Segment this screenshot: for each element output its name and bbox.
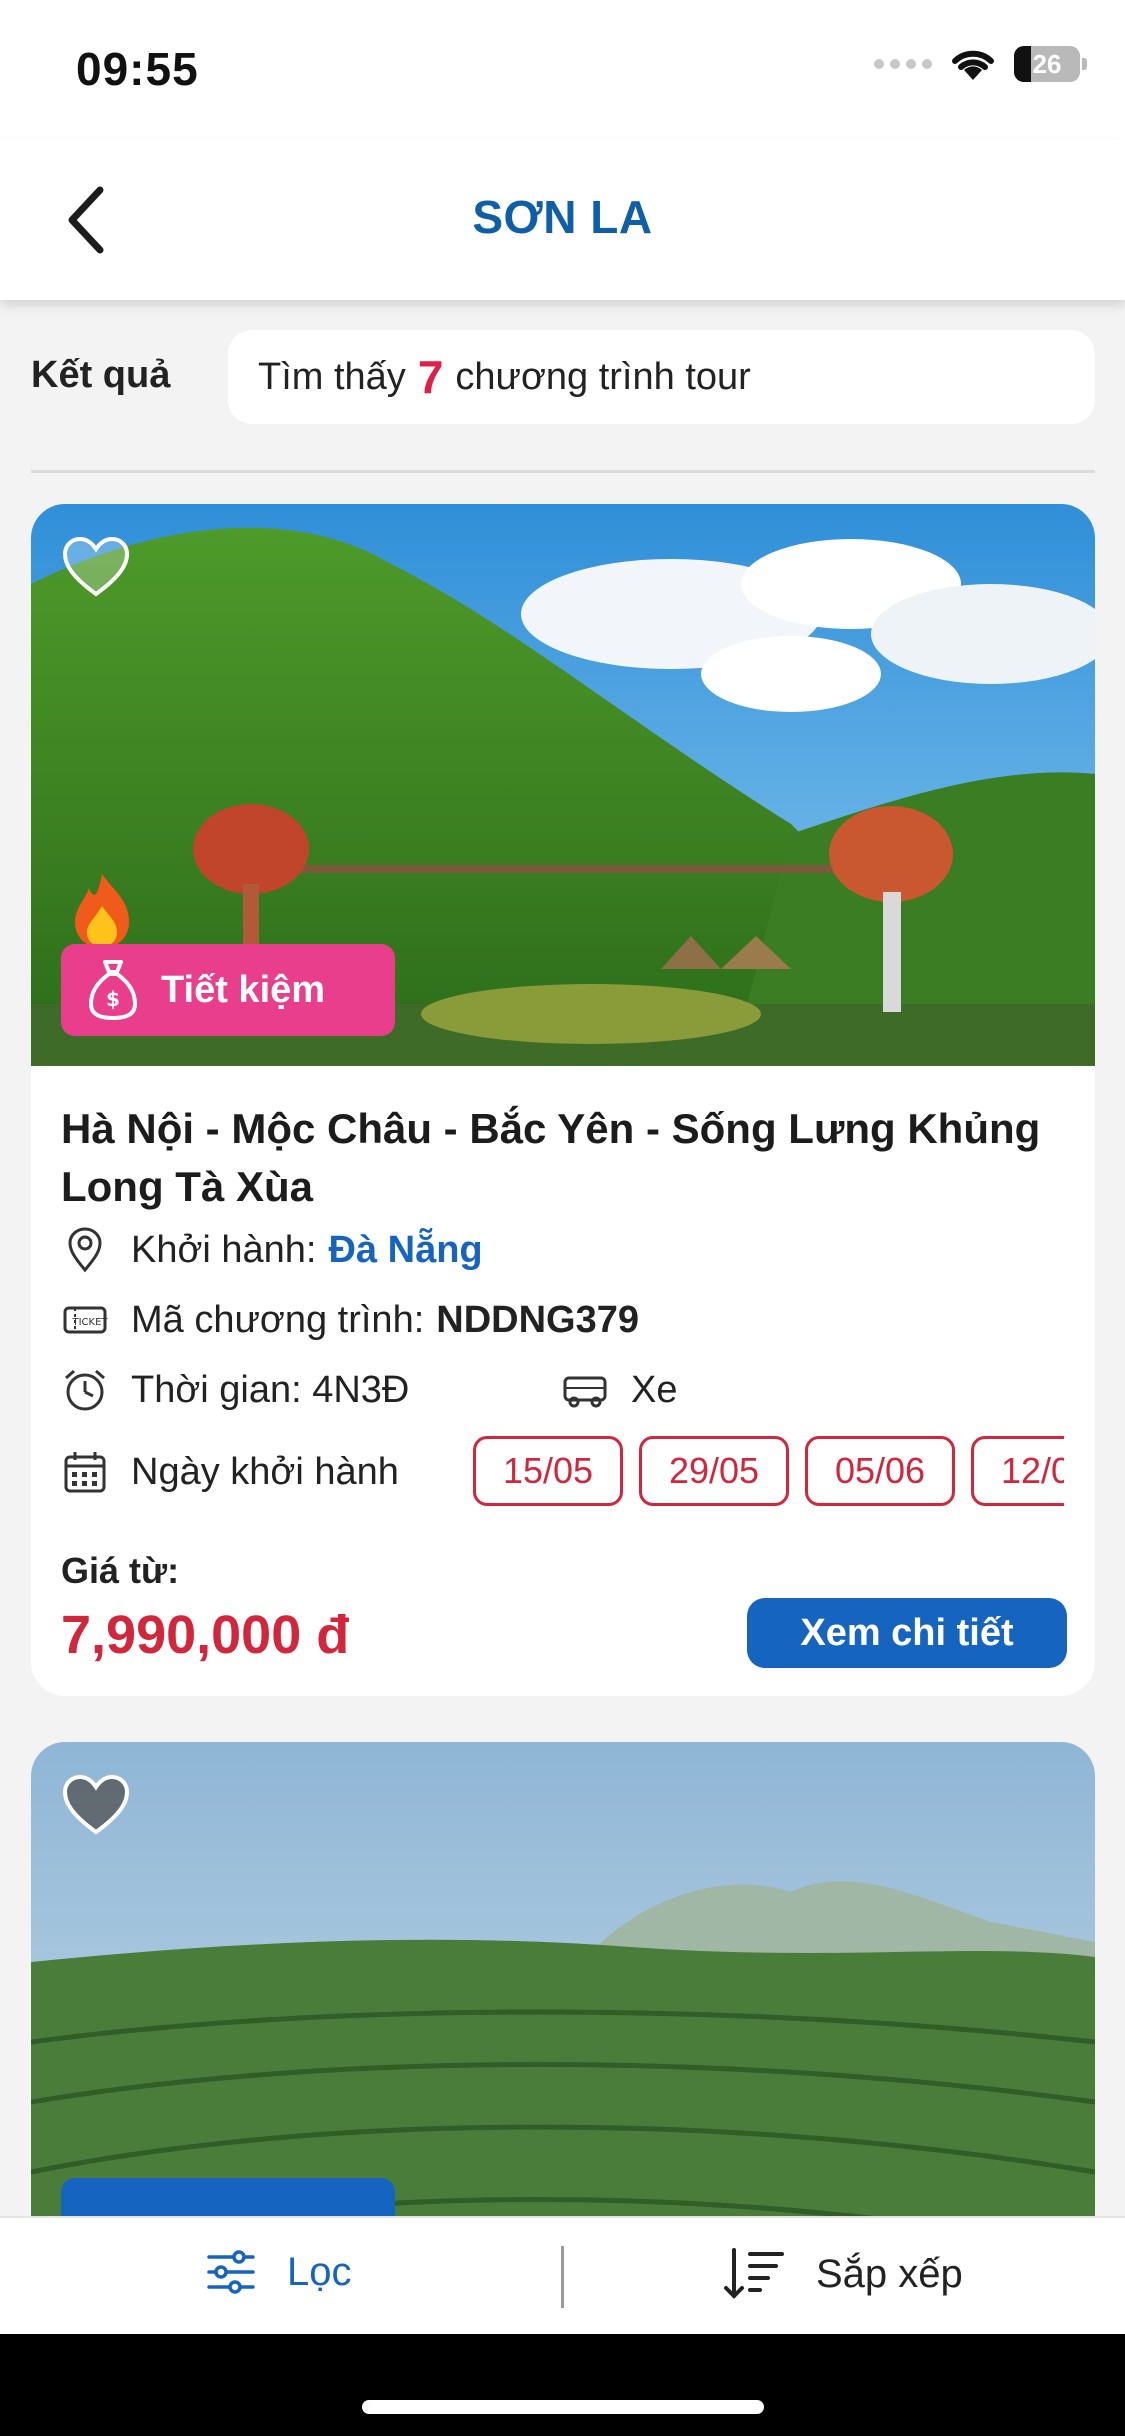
program-code-value: NDDNG379 [436,1298,639,1341]
filter-button[interactable]: Lọc [205,2246,352,2298]
nav-header: SƠN LA [0,140,1125,300]
departure-dates-list: 15/05 29/05 05/06 12/06 [473,1436,1064,1506]
status-icons: 26 [874,46,1087,82]
date-chip[interactable]: 05/06 [805,1436,955,1506]
result-prefix: Tìm thấy [258,355,406,398]
favorite-heart-icon[interactable] [61,536,131,600]
departure-value: Đà Nẵng [328,1228,483,1271]
date-chip[interactable]: 29/05 [639,1436,789,1506]
battery-level: 26 [1032,49,1062,79]
location-pin-icon [68,1227,102,1273]
departure-label: Khởi hành: [131,1228,317,1271]
filter-sliders-icon [207,2250,255,2294]
result-suffix: chương trình tour [455,355,751,398]
savings-badge: $ Tiết kiệm [61,944,395,1036]
svg-text:$: $ [106,987,120,1011]
status-bar: 09:55 26 [0,0,1125,140]
fire-icon [75,874,129,948]
result-summary: Tìm thấy 7 chương trình tour [228,330,1095,424]
duration-label: Thời gian: 4N3Đ [131,1368,410,1411]
sort-icon [724,2248,784,2299]
transport-row: Xe [561,1366,677,1414]
wifi-icon [952,50,994,80]
favorite-heart-icon[interactable] [61,1774,131,1838]
view-detail-button[interactable]: Xem chi tiết [747,1598,1067,1668]
divider [31,470,1095,473]
transport-value: Xe [631,1368,678,1411]
result-label: Kết quả [31,354,171,396]
bus-icon [563,1376,607,1408]
home-indicator-area [0,2334,1125,2436]
tour-photo: $ Tiết kiệm [31,504,1095,1066]
result-count: 7 [417,351,444,403]
sort-button[interactable]: Sắp xếp [722,2246,963,2302]
alarm-clock-icon [65,1369,105,1411]
duration-row: Thời gian: 4N3Đ [61,1366,409,1414]
filter-label: Lọc [287,2249,352,2294]
status-time: 09:55 [76,43,199,95]
program-code-row: TICKET Mã chương trình: NDDNG379 [61,1296,639,1344]
departure-dates-row: Ngày khởi hành [61,1448,399,1496]
price-label: Giá từ: [61,1550,180,1591]
date-chip[interactable]: 12/06 [971,1436,1064,1506]
page-title: SƠN LA [472,191,653,243]
price-value: 7,990,000 đ [61,1605,350,1665]
signal-icon [874,59,932,69]
ticket-icon: TICKET [63,1306,108,1334]
svg-text:TICKET: TICKET [71,1317,108,1328]
battery-icon: 26 [1014,46,1087,82]
departure-row: Khởi hành: Đà Nẵng [61,1226,483,1274]
tour-title[interactable]: Hà Nội - Mộc Châu - Bắc Yên - Sống Lưng … [61,1100,1071,1216]
money-bag-icon: $ [88,960,138,1021]
tour-info: Hà Nội - Mộc Châu - Bắc Yên - Sống Lưng … [61,1100,1071,1216]
sort-label: Sắp xếp [816,2251,963,2296]
departure-dates-label: Ngày khởi hành [131,1450,399,1493]
home-indicator[interactable] [362,2400,764,2414]
bottom-action-bar: Lọc Sắp xếp [0,2216,1125,2334]
bar-divider [561,2246,564,2308]
savings-badge-label: Tiết kiệm [161,968,326,1011]
calendar-icon [64,1452,106,1493]
date-chip[interactable]: 15/05 [473,1436,623,1506]
tour-card[interactable]: $ Tiết kiệm Hà Nội - Mộc Châu - Bắc Yên … [31,504,1095,1696]
program-code-label: Mã chương trình: [131,1298,425,1341]
